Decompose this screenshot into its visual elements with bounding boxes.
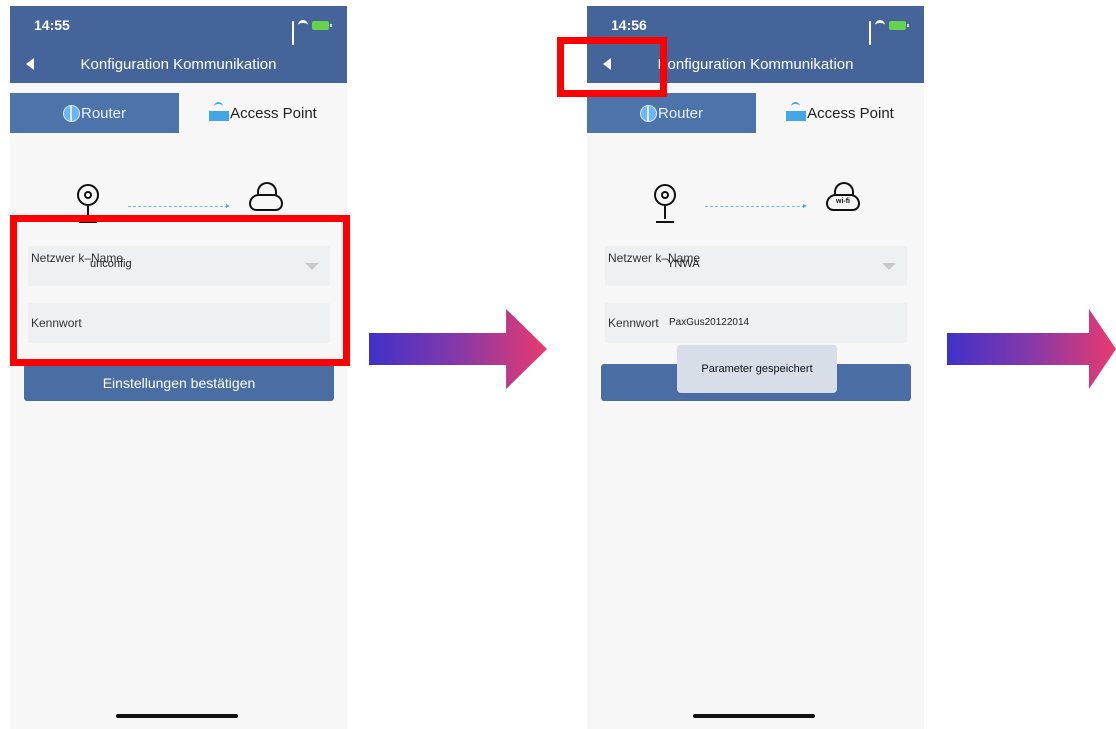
tab-access-point[interactable]: Access Point [179,93,347,133]
mode-tabs: Router Access Point [587,93,924,133]
status-time: 14:55 [34,17,70,33]
next-step-arrow-icon [369,309,547,389]
cloud-label: wi-fi [836,198,850,205]
next-step-arrow-icon [947,309,1116,389]
page-title: Konfiguration Kommunikation [80,56,277,73]
dropdown-caret-icon[interactable] [882,263,896,270]
page-title: Konfiguration Kommunikation [657,56,854,73]
tab-access-point-label: Access Point [807,104,894,122]
header: 14:55 Konfiguration Kommunikation [10,6,347,83]
wifi-icon [875,20,885,31]
header: 14:56 Konfiguration Kommunikation [587,6,924,83]
saved-toast: Parameter gespeichert [677,345,837,393]
globe-icon [639,104,657,122]
access-point-icon [786,102,807,121]
wifi-icon [298,20,308,31]
home-indicator [116,714,238,718]
battery-icon [312,21,332,30]
password-label: Kennwort [608,316,659,330]
network-name-value: unconfig [90,258,132,270]
camera-icon [75,184,101,224]
battery-icon [889,21,909,30]
cloud-icon [249,182,283,211]
connection-line [705,204,807,208]
network-name-select[interactable]: Netzwer k–Name unconfig [28,246,330,286]
password-value: PaxGus20122014 [669,317,750,328]
signal-icon [292,21,294,45]
tab-router[interactable]: Router [10,93,179,133]
home-indicator [693,714,815,718]
signal-icon [869,21,871,45]
password-label: Kennwort [31,316,82,330]
connection-diagram: wi-fi [587,182,924,234]
tab-router[interactable]: Router [587,93,756,133]
globe-icon [62,104,80,122]
tab-router-label: Router [80,104,127,122]
phone-screen-2: 14:56 Konfiguration Kommunikation Router… [587,6,924,729]
mode-tabs: Router Access Point [10,93,347,133]
password-field[interactable]: Kennwort PaxGus20122014 [605,303,907,343]
phone-screen-1: 14:55 Konfiguration Kommunikation Router… [10,6,347,729]
cloud-icon: wi-fi [826,182,860,211]
dropdown-caret-icon[interactable] [305,263,319,270]
connection-diagram [10,182,347,234]
network-name-select[interactable]: Netzwer k–Name YNWA [605,246,907,286]
tab-access-point[interactable]: Access Point [756,93,924,133]
tab-router-label: Router [657,104,704,122]
status-icons [869,20,909,45]
password-field[interactable]: Kennwort [28,303,330,343]
access-point-icon [209,102,230,121]
camera-icon [652,184,678,224]
network-name-value: YNWA [667,258,700,270]
status-time: 14:56 [611,17,647,33]
confirm-settings-button[interactable]: Einstellungen bestätigen [24,364,334,401]
connection-line [128,204,230,208]
status-icons [292,20,332,45]
tab-access-point-label: Access Point [230,104,317,122]
